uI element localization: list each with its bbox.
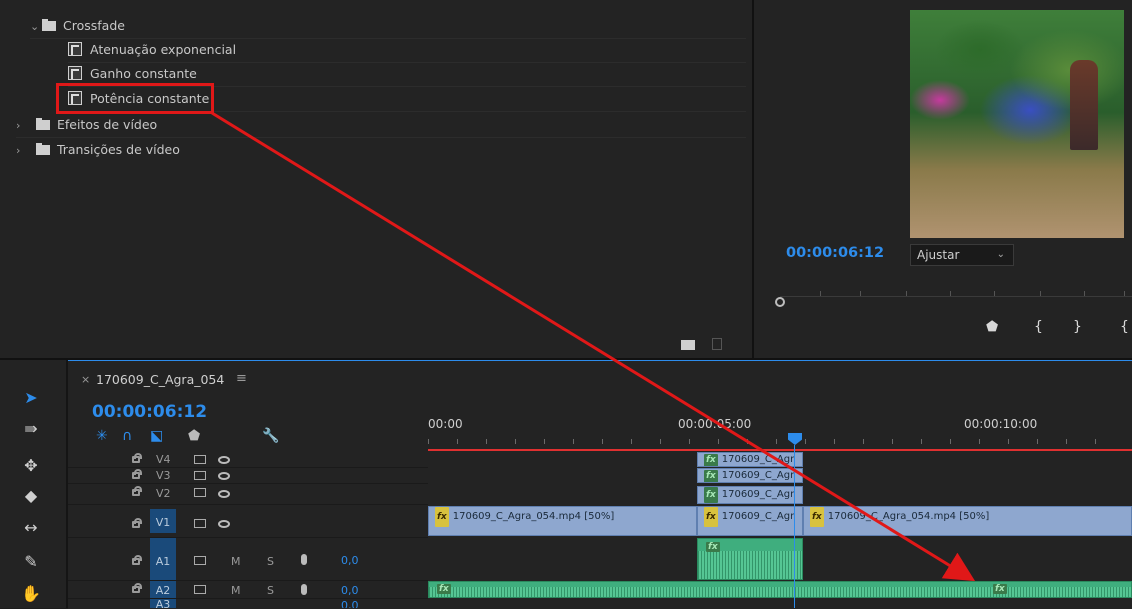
annotation-arrow — [211, 111, 976, 582]
